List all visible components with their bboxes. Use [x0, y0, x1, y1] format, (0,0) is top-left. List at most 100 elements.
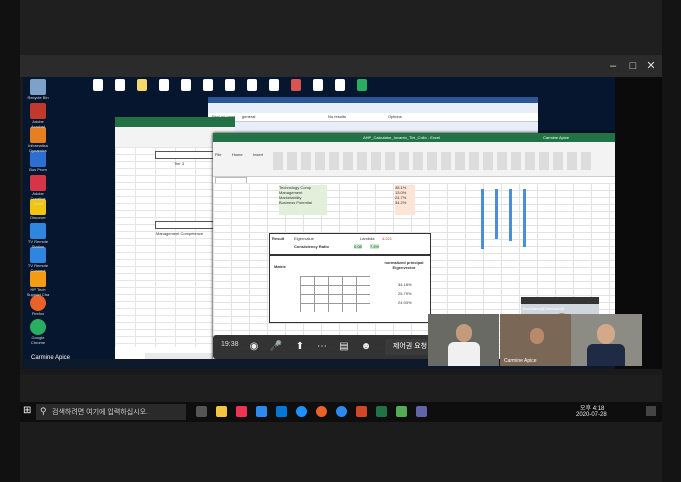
- hp-support-icon: [30, 271, 46, 287]
- app-icon[interactable]: [396, 406, 407, 417]
- host-name-label: Carmine Apice: [31, 355, 71, 361]
- participant-tile[interactable]: [571, 314, 642, 366]
- participant-face: [456, 324, 472, 342]
- excel-icon[interactable]: [376, 406, 387, 417]
- browser-title-bar: [208, 97, 538, 103]
- recycle-bin-icon: [30, 79, 46, 95]
- participant-strip: Carmine Apice: [428, 314, 642, 366]
- file-icon[interactable]: [115, 79, 125, 91]
- zoom-app-icon[interactable]: [296, 406, 307, 417]
- edge-browser-icon[interactable]: [336, 406, 347, 417]
- matrix-block: Matrix normalized principal Eigenvector …: [269, 255, 431, 323]
- more-icon[interactable]: ⋯: [315, 340, 329, 354]
- powerpoint-icon[interactable]: [356, 406, 367, 417]
- participant-face: [530, 328, 544, 344]
- teams-icon[interactable]: [416, 406, 427, 417]
- file-icon[interactable]: [335, 79, 345, 91]
- desktop-file-row: [93, 79, 373, 93]
- creative-cloud-icon: [30, 175, 46, 191]
- background-band: [20, 0, 662, 55]
- excel-title-bar: AHP_Calculator_Invanto_Tiei_Collo - Exce…: [213, 133, 615, 142]
- weights-chart: [471, 185, 531, 255]
- video-camera-icon[interactable]: ◉: [247, 340, 261, 354]
- search-icon: ⚲: [40, 406, 47, 416]
- chrome-icon[interactable]: [316, 406, 327, 417]
- local-taskbar: ⊞ ⚲ 검색하려면 여기에 입력하십시오. 오후 4:18 2020-07-28: [20, 402, 662, 422]
- desktop-icon[interactable]: Bus Prom: [25, 151, 51, 175]
- minimize-icon[interactable]: –: [604, 58, 622, 74]
- desktop-icon[interactable]: HP Tech Support Cha: [25, 271, 51, 297]
- excel-file-icon[interactable]: [357, 79, 367, 91]
- desktop-icon[interactable]: Informatica Dynamics: [25, 127, 51, 153]
- notifications-icon[interactable]: [646, 406, 656, 416]
- desktop-icon[interactable]: TV Remote Connect: [25, 247, 51, 273]
- file-icon[interactable]: [159, 79, 169, 91]
- tv-remote-connect-icon: [30, 247, 46, 263]
- meeting-time: 19:38: [221, 341, 239, 348]
- taskbar-search-box[interactable]: ⚲ 검색하려면 여기에 입력하십시오.: [36, 404, 186, 420]
- window-title-bar: – □ ✕: [20, 55, 662, 77]
- desktop-icon[interactable]: TV Remote Station: [25, 223, 51, 249]
- file-icon[interactable]: [181, 79, 191, 91]
- file-icon[interactable]: [203, 79, 213, 91]
- app-icon[interactable]: [236, 406, 247, 417]
- find-options[interactable]: Options: [388, 114, 402, 119]
- desktop-icon[interactable]: Adobe Creative Cloud: [25, 175, 51, 206]
- excel-ribbon: File Home Insert Page Layout Formulas Da…: [213, 142, 615, 177]
- tv-remote-station-icon: [30, 223, 46, 239]
- chat-icon[interactable]: ▤: [337, 340, 351, 354]
- chrome-icon: [30, 319, 46, 335]
- microphone-icon[interactable]: 🎤: [269, 340, 283, 354]
- percent-column: 38.1% 13.0% 24.7% 34.2%: [395, 185, 415, 215]
- pip-title: Boveilarci@Veinisian@...: [521, 297, 599, 311]
- back-excel-title: [115, 117, 235, 127]
- chart-bar: [481, 189, 484, 249]
- participant-tile[interactable]: [428, 314, 499, 366]
- find-input[interactable]: general: [242, 114, 255, 119]
- desktop-icon[interactable]: Recycle Bin: [25, 79, 51, 103]
- edge-icon[interactable]: [256, 406, 267, 417]
- ribbon-tab[interactable]: Insert: [253, 152, 263, 157]
- find-bar: Find on page general No results Options: [208, 113, 538, 122]
- informatica-icon: [30, 127, 46, 143]
- firefox-icon: [30, 295, 46, 311]
- file-explorer-icon[interactable]: [216, 406, 227, 417]
- windows-start-icon[interactable]: ⊞: [23, 406, 33, 416]
- file-icon[interactable]: [247, 79, 257, 91]
- criteria-block: Technology Comp Management Marketability…: [279, 185, 327, 215]
- file-icon[interactable]: [225, 79, 235, 91]
- frame-left: [0, 0, 20, 482]
- task-view-icon[interactable]: [196, 406, 207, 417]
- result-block: Result Eigenvalue Lambda 4.221 Consisten…: [269, 233, 431, 255]
- background-band-bottom: [20, 422, 662, 482]
- taskbar-clock-date: 2020-07-28: [576, 412, 607, 418]
- close-icon[interactable]: ✕: [642, 58, 660, 74]
- chart-bar: [509, 189, 512, 241]
- chart-bar: [495, 189, 498, 239]
- participant-tile[interactable]: Carmine Apice: [500, 314, 571, 366]
- participants-icon[interactable]: ☻: [359, 340, 373, 354]
- taskbar-clock-time: 오후 4:18: [580, 406, 605, 412]
- skype-icon[interactable]: [276, 406, 287, 417]
- file-icon[interactable]: [93, 79, 103, 91]
- pdf-file-icon[interactable]: [291, 79, 301, 91]
- share-screen-icon[interactable]: ⬆: [293, 340, 307, 354]
- ribbon-commands[interactable]: [273, 152, 593, 170]
- participant-body: [448, 342, 480, 366]
- file-icon[interactable]: [313, 79, 323, 91]
- maximize-icon[interactable]: □: [624, 58, 642, 74]
- ribbon-tab[interactable]: Home: [232, 152, 243, 157]
- desktop-icon[interactable]: Firefox: [25, 295, 51, 319]
- browser-window: Find on page general No results Options: [208, 97, 538, 137]
- frame-right: [662, 0, 681, 482]
- comparison-matrix: [300, 276, 370, 312]
- ribbon-tab[interactable]: File: [215, 152, 221, 157]
- file-icon[interactable]: [269, 79, 279, 91]
- participant-face: [597, 324, 615, 344]
- folder-icon[interactable]: [137, 79, 147, 91]
- tier-header: Tier 3: [155, 151, 217, 166]
- desktop-icon[interactable]: Adobe Acrobat: [25, 103, 51, 129]
- bus-prom-icon: [30, 151, 46, 167]
- desktop-icons: Recycle Bin Adobe Acrobat Informatica Dy…: [25, 79, 51, 345]
- desktop-icon[interactable]: Google Chrome: [25, 319, 51, 345]
